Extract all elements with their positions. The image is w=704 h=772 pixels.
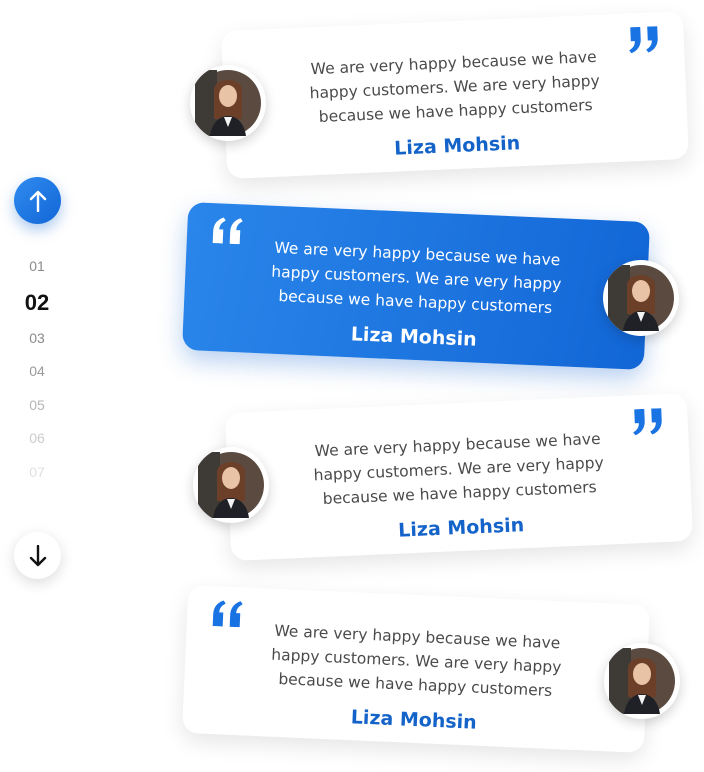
testimonial-author: Liza Mohsin: [397, 514, 525, 542]
testimonial-text: We are very happy because we have happy …: [313, 429, 605, 508]
page-number-01[interactable]: 01: [14, 254, 60, 288]
arrow-down-icon: [29, 544, 46, 566]
quote-open-icon: [212, 217, 243, 245]
quote-open-icon: [212, 600, 243, 628]
avatar: [193, 447, 269, 523]
page-number-06[interactable]: 06: [14, 426, 60, 460]
avatar: [603, 260, 679, 336]
testimonial-text: We are very happy because we have happy …: [270, 621, 562, 700]
quote-close-icon: [629, 26, 658, 54]
avatar: [604, 643, 680, 719]
page-number-05[interactable]: 05: [14, 393, 60, 427]
testimonial-card: We are very happy because we have happy …: [220, 10, 690, 180]
testimonial-author: Liza Mohsin: [393, 132, 521, 160]
testimonial-author: Liza Mohsin: [350, 706, 478, 734]
testimonial-card: We are very happy because we have happy …: [181, 584, 651, 754]
page-number-07[interactable]: 07: [14, 460, 60, 494]
testimonial-card: We are very happy because we have happy …: [224, 392, 694, 562]
arrow-up-icon: [29, 190, 46, 212]
testimonial-card-highlighted: We are very happy because we have happy …: [181, 201, 651, 371]
quote-close-icon: [633, 408, 662, 436]
page-number-03[interactable]: 03: [14, 326, 60, 360]
scroll-down-button[interactable]: [14, 532, 61, 579]
avatar: [190, 65, 266, 141]
testimonial-author: Liza Mohsin: [350, 323, 478, 351]
scroll-up-button[interactable]: [14, 177, 61, 224]
testimonial-text: We are very happy because we have happy …: [270, 238, 562, 317]
page-number-list: 01 02 03 04 05 06 07: [14, 254, 60, 493]
page-number-04[interactable]: 04: [14, 359, 60, 393]
testimonial-text: We are very happy because we have happy …: [309, 47, 601, 126]
page-number-02-active[interactable]: 02: [14, 288, 60, 326]
